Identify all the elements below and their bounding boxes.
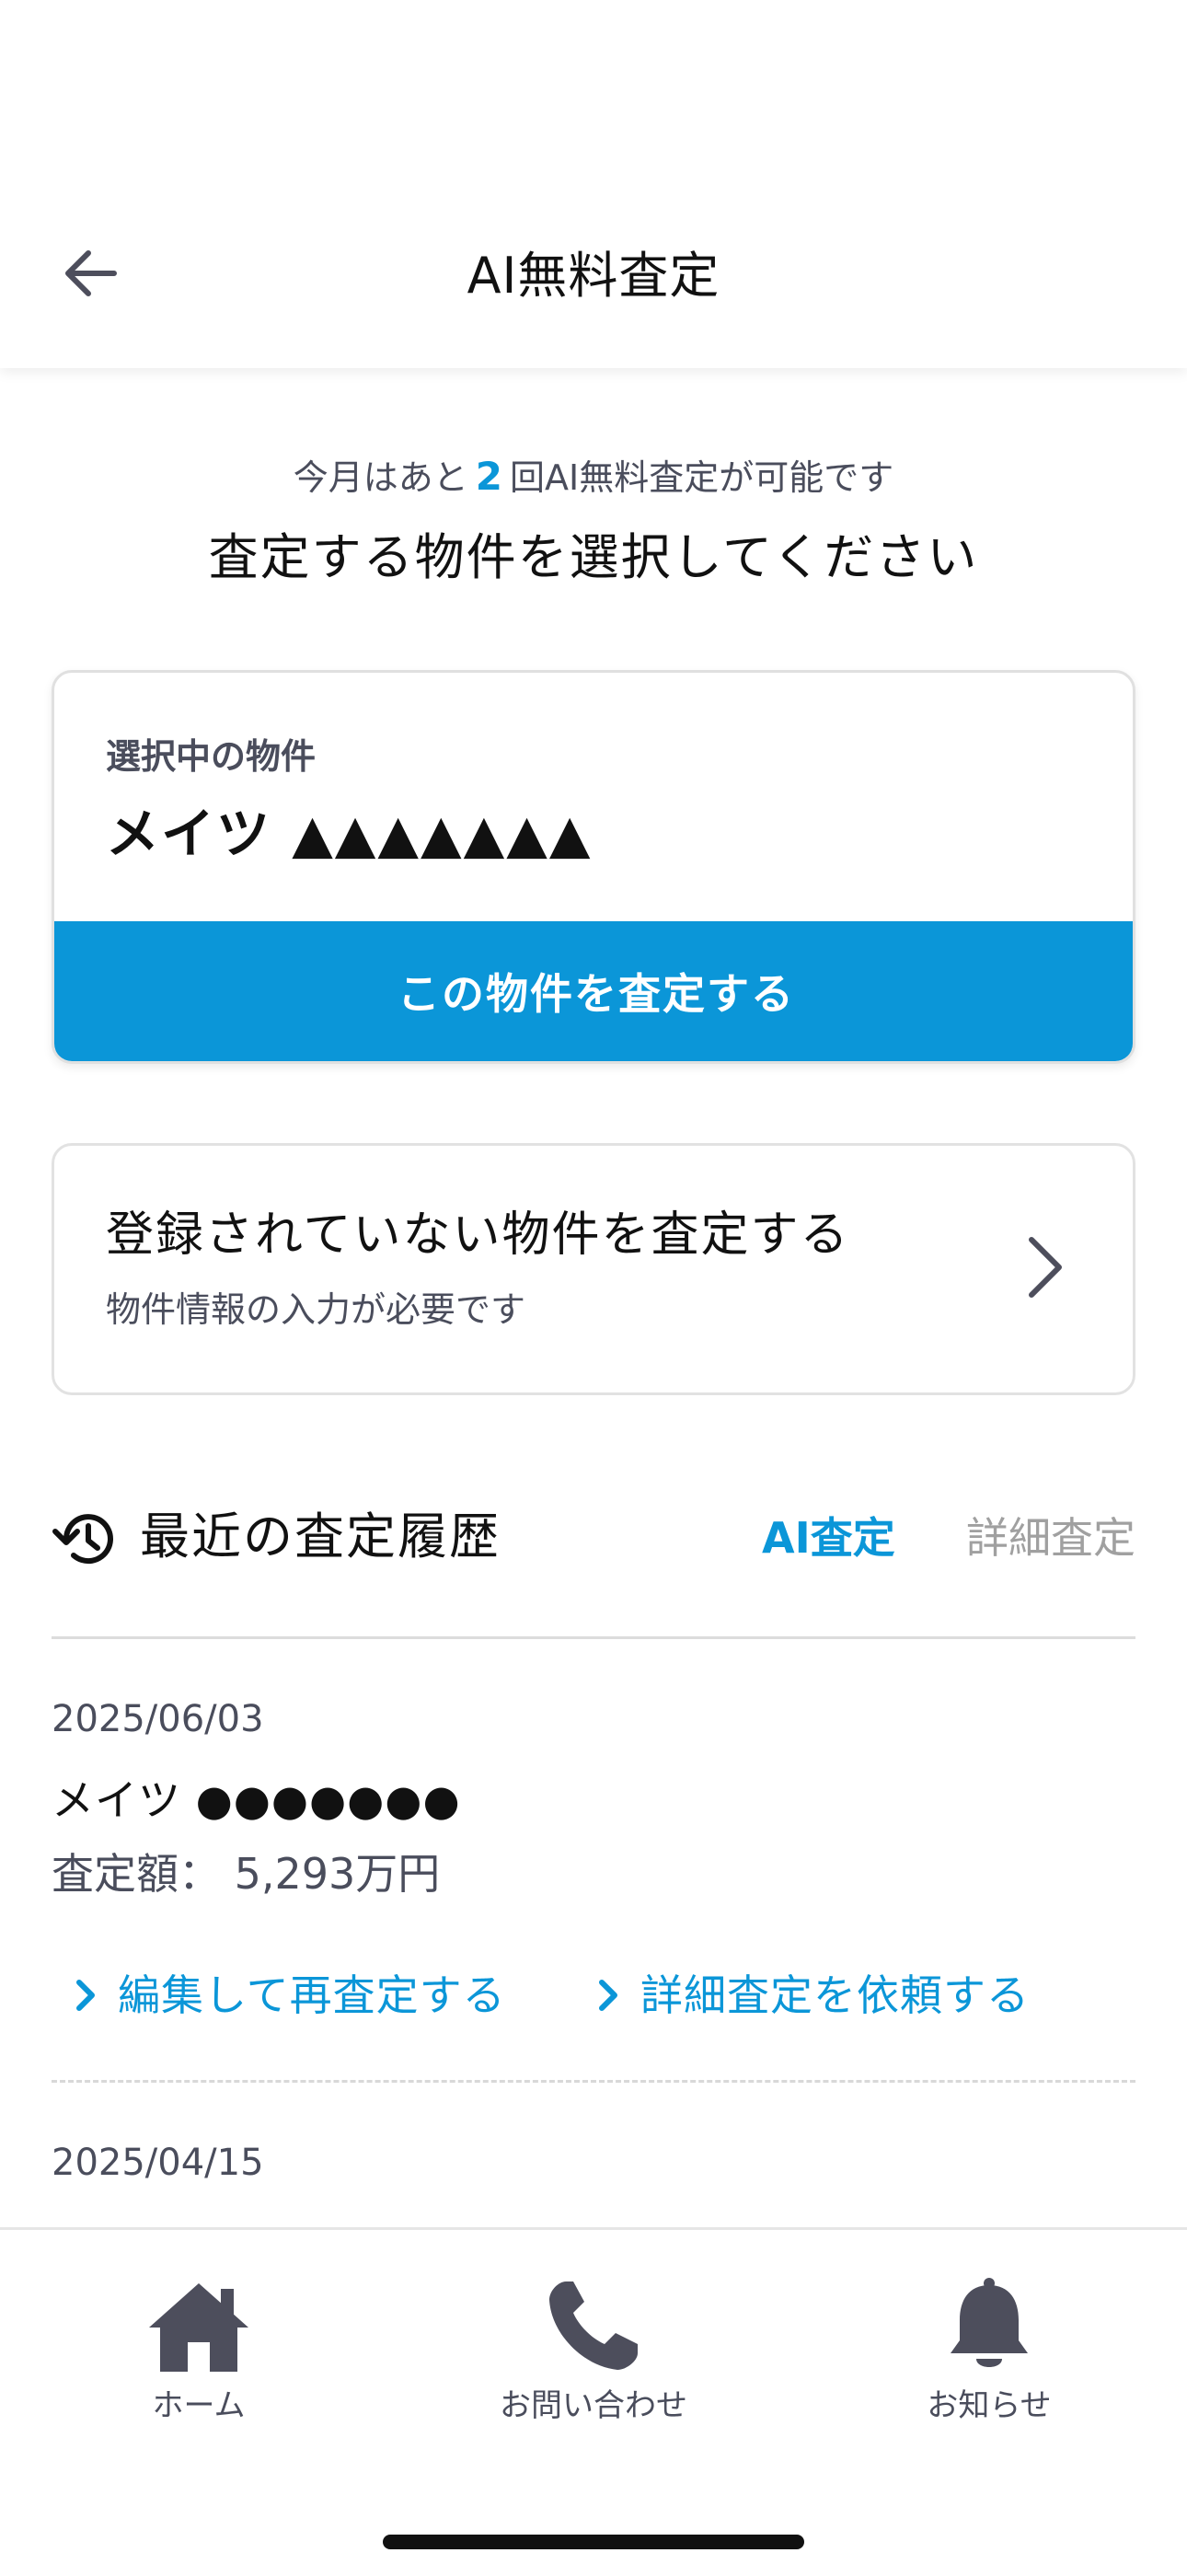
history-section-header: 最近の査定履歴 AI査定 詳細査定 bbox=[52, 1493, 1135, 1581]
remaining-count: 2 bbox=[475, 454, 503, 499]
chevron-right-icon bbox=[76, 1980, 95, 2011]
history-entry-name: メイツ ●●●●●●● bbox=[52, 1775, 461, 1825]
app-header: AI無料査定 bbox=[0, 0, 1187, 368]
selected-property-card: 選択中の物件 メイツ ▲▲▲▲▲▲▲ この物件を査定する bbox=[52, 670, 1135, 1064]
remaining-assessments-note: 今月はあと 2 回AI無料査定が可能です bbox=[0, 451, 1187, 503]
edit-and-reassess-link[interactable]: 編集して再査定する bbox=[74, 1964, 506, 2027]
dashed-divider bbox=[52, 2080, 1135, 2083]
chevron-right-icon bbox=[599, 1980, 617, 2011]
edit-and-reassess-label: 編集して再査定する bbox=[118, 1970, 506, 2020]
assess-unregistered-property-card[interactable]: 登録されていない物件を査定する 物件情報の入力が必要です bbox=[52, 1143, 1135, 1395]
assess-this-property-button[interactable]: この物件を査定する bbox=[54, 921, 1133, 1061]
nav-contact-label: お問い合わせ bbox=[500, 2387, 687, 2424]
select-property-instruction: 査定する物件を選択してください bbox=[208, 528, 979, 586]
tab-ai-assessment[interactable]: AI査定 bbox=[762, 1506, 895, 1570]
tab-detailed-assessment[interactable]: 詳細査定 bbox=[966, 1506, 1135, 1570]
nav-home-label: ホーム bbox=[152, 2387, 246, 2424]
phone-icon bbox=[549, 2281, 638, 2370]
nav-notifications-label: お知らせ bbox=[927, 2387, 1052, 2424]
note-suffix: 回AI無料査定が可能です bbox=[510, 457, 894, 498]
request-detailed-assessment-link[interactable]: 詳細査定を依頼する bbox=[596, 1964, 1030, 2027]
home-icon bbox=[149, 2283, 248, 2372]
nav-contact[interactable]: お問い合わせ bbox=[455, 2276, 732, 2442]
bottom-navigation: ホーム お問い合わせ お知らせ bbox=[0, 2227, 1187, 2576]
selected-property-name: メイツ ▲▲▲▲▲▲▲ bbox=[106, 803, 593, 865]
divider bbox=[52, 1636, 1135, 1639]
home-indicator bbox=[383, 2535, 804, 2549]
history-entry-price: 査定額： 5,293万円 bbox=[52, 1849, 441, 1899]
note-prefix: 今月はあと bbox=[293, 457, 468, 498]
bell-icon bbox=[951, 2278, 1028, 2367]
chevron-right-icon bbox=[1029, 1237, 1062, 1298]
unregistered-title: 登録されていない物件を査定する bbox=[106, 1207, 850, 1263]
nav-notifications[interactable]: お知らせ bbox=[851, 2276, 1127, 2442]
selected-property-label: 選択中の物件 bbox=[106, 736, 317, 777]
page-title: AI無料査定 bbox=[467, 247, 720, 305]
history-entry-date: 2025/06/03 bbox=[52, 1698, 264, 1740]
nav-home[interactable]: ホーム bbox=[61, 2276, 337, 2442]
history-icon bbox=[52, 1514, 113, 1565]
unregistered-subtitle: 物件情報の入力が必要です bbox=[106, 1289, 526, 1330]
history-entry-date: 2025/04/15 bbox=[52, 2142, 264, 2184]
request-detailed-assessment-label: 詳細査定を依頼する bbox=[640, 1970, 1030, 2020]
history-title: 最近の査定履歴 bbox=[140, 1507, 501, 1565]
